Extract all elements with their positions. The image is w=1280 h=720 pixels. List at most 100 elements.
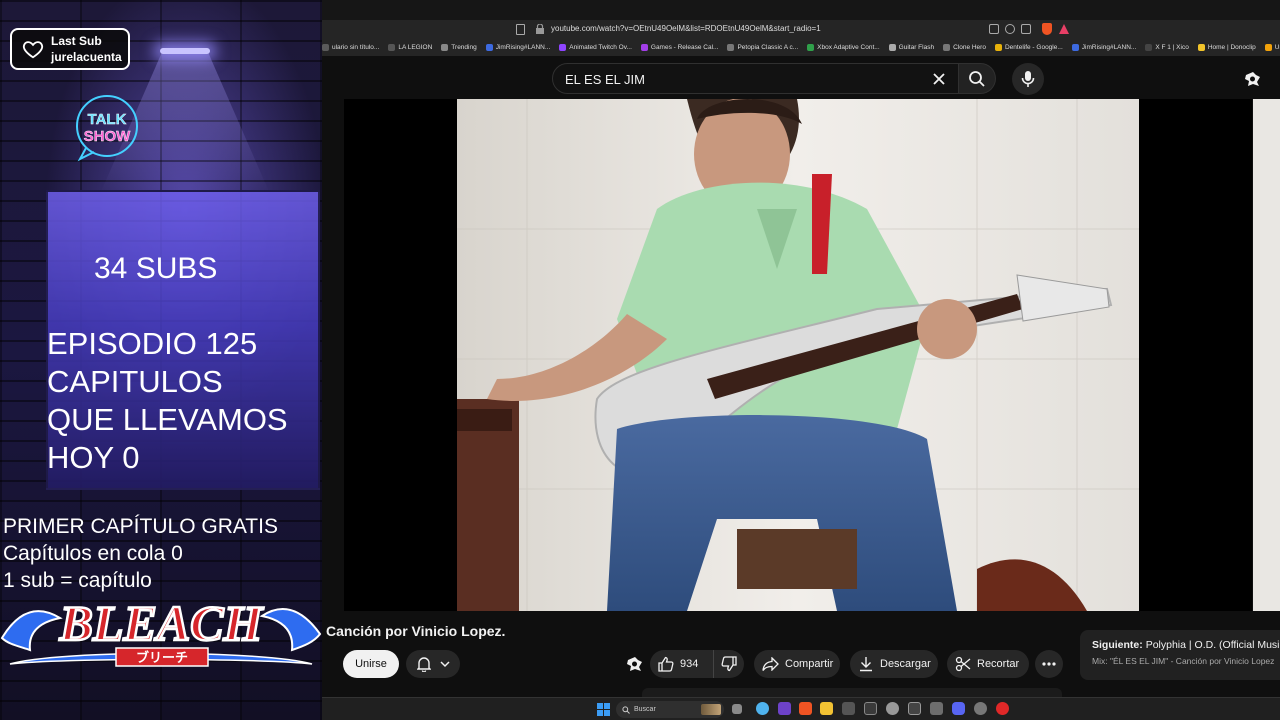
- bookmark-favicon-icon: [485, 44, 493, 51]
- share-page-icon[interactable]: [1021, 24, 1031, 34]
- screen: Last Sub jurelacuenta TALK SHOW 34 SUBS …: [0, 0, 1280, 720]
- stream-overlay: Last Sub jurelacuenta TALK SHOW 34 SUBS …: [0, 0, 322, 720]
- bookmark-label: ulario sin título...: [332, 44, 380, 51]
- create-icon[interactable]: [1244, 70, 1262, 88]
- more-horizontal-icon: [1042, 662, 1056, 666]
- file-explorer-icon[interactable]: [820, 702, 833, 715]
- search-button[interactable]: [959, 63, 996, 94]
- browser-window: youtube.com/watch?v=OEtnU49OelM&list=RDO…: [322, 0, 1280, 720]
- bookmark-label: Animated Twitch Ov...: [569, 44, 632, 51]
- dislike-button[interactable]: [714, 650, 744, 678]
- bookmark-item[interactable]: X F 1 | Xico: [1145, 44, 1189, 51]
- talk-logo-line2: SHOW: [84, 128, 132, 145]
- download-label: Descargar: [880, 658, 931, 670]
- bookmark-item[interactable]: LA LEGION: [388, 44, 432, 51]
- info-line: 1 sub = capítulo: [3, 569, 152, 592]
- up-next-playlist: Mix: "ÉL ES EL JIM" - Canción por Vinici…: [1092, 656, 1275, 666]
- discord-icon[interactable]: [952, 702, 965, 715]
- bookmark-item[interactable]: Petopia Classic A c...: [727, 44, 798, 51]
- app-icon[interactable]: [974, 702, 987, 715]
- taskbar-search[interactable]: Buscar: [616, 701, 724, 718]
- more-actions-button[interactable]: [1035, 650, 1063, 678]
- up-next-prefix: Siguiente:: [1092, 639, 1143, 651]
- bookmark-label: Dentelife - Google...: [1004, 44, 1063, 51]
- app-icon[interactable]: [886, 702, 899, 715]
- download-icon: [860, 657, 872, 672]
- up-next-card[interactable]: Siguiente: Polyphia | O.D. (Official Mus…: [1080, 630, 1280, 680]
- bookmark-favicon-icon: [1145, 44, 1153, 51]
- brave-shields-icon[interactable]: [1042, 23, 1052, 35]
- share-button[interactable]: Compartir: [754, 650, 840, 678]
- info-line: PRIMER CAPÍTULO GRATIS: [3, 515, 278, 538]
- bookmark-item[interactable]: Trending: [441, 44, 477, 51]
- bookmark-favicon-icon: [388, 44, 396, 51]
- ask-icon[interactable]: [626, 655, 644, 673]
- windows-start-icon[interactable]: [597, 703, 610, 716]
- bookmark-item[interactable]: Dentelife - Google...: [994, 44, 1063, 51]
- spotlight-lamp: [160, 48, 210, 54]
- bookmark-item[interactable]: Home | Donoclip: [1197, 44, 1256, 51]
- notifications-button[interactable]: [406, 650, 460, 678]
- subs-count: 34 SUBS: [94, 252, 218, 285]
- app-icon[interactable]: [864, 702, 877, 715]
- bookmark-item[interactable]: ulario sin título...: [322, 44, 379, 51]
- brave-rewards-icon[interactable]: [1059, 24, 1069, 34]
- bookmarks-bar: ulario sin título... LA LEGION Trending Jim…: [322, 39, 1280, 56]
- edge-icon[interactable]: [756, 702, 769, 715]
- search-icon: [969, 70, 985, 87]
- bookmark-item[interactable]: Xbox Adaptive Cont...: [807, 44, 880, 51]
- site-info-icon[interactable]: [536, 24, 544, 34]
- episode-line: CAPITULOS: [47, 364, 223, 399]
- bookmark-page-icon[interactable]: [516, 24, 525, 35]
- app-icon[interactable]: [996, 702, 1009, 715]
- bookmark-item[interactable]: Animated Twitch Ov...: [559, 44, 632, 51]
- video-frame[interactable]: [457, 99, 1139, 611]
- bookmark-item[interactable]: Games - Release Cal...: [640, 44, 718, 51]
- address-bar[interactable]: youtube.com/watch?v=OEtnU49OelM&list=RDO…: [322, 20, 1280, 39]
- app-icon[interactable]: [930, 702, 943, 715]
- thumbs-down-icon: [721, 656, 737, 672]
- join-button[interactable]: Unirse: [343, 650, 399, 678]
- bookmark-label: Unefon - Ilimitado: [1274, 44, 1280, 51]
- app-icon[interactable]: [842, 702, 855, 715]
- bookmark-label: Trending: [451, 44, 477, 51]
- bookmark-item[interactable]: Unefon - Ilimitado: [1264, 44, 1280, 51]
- bookmark-item[interactable]: Guitar Flash: [888, 44, 934, 51]
- bookmark-item[interactable]: JimRising#LANN...: [485, 44, 551, 51]
- up-next-video-title: Polyphia | O.D. (Official Music: [1145, 639, 1280, 651]
- clip-button[interactable]: Recortar: [947, 650, 1029, 678]
- like-count: 934: [680, 658, 699, 670]
- search-icon: [622, 705, 630, 714]
- search-input[interactable]: EL ES EL JIM: [552, 63, 959, 94]
- voice-search-button[interactable]: [1012, 63, 1044, 95]
- share-icon: [762, 657, 779, 671]
- bookmark-favicon-icon: [441, 44, 449, 51]
- tab-strip: [322, 0, 1280, 20]
- bookmark-label: JimRising#LANN...: [1081, 44, 1137, 51]
- up-next-title: Siguiente: Polyphia | O.D. (Official Mus…: [1092, 639, 1280, 651]
- app-icon[interactable]: [908, 702, 921, 715]
- microphone-icon: [1021, 71, 1035, 87]
- clear-search-icon[interactable]: [930, 70, 948, 88]
- next-video-edge: [1253, 99, 1280, 611]
- window-icon[interactable]: [989, 24, 999, 34]
- app-icon[interactable]: [778, 702, 791, 715]
- task-view-icon[interactable]: [732, 704, 742, 714]
- like-button[interactable]: 934: [650, 650, 714, 678]
- url-text[interactable]: youtube.com/watch?v=OEtnU49OelM&list=RDO…: [551, 24, 821, 33]
- brave-icon[interactable]: [799, 702, 812, 715]
- last-sub-badge: Last Sub jurelacuenta: [10, 28, 130, 70]
- bookmark-item[interactable]: JimRising#LANN...: [1071, 44, 1137, 51]
- download-button[interactable]: Descargar: [850, 650, 938, 678]
- bookmark-favicon-icon: [807, 44, 815, 51]
- bookmark-favicon-icon: [888, 44, 896, 51]
- like-dislike-group: 934: [650, 650, 744, 678]
- episode-line: EPISODIO 125: [47, 326, 258, 361]
- bookmark-favicon-icon: [640, 44, 648, 51]
- video-player[interactable]: [344, 99, 1252, 611]
- search-query[interactable]: EL ES EL JIM: [565, 72, 645, 87]
- bookmark-label: Petopia Classic A c...: [737, 44, 799, 51]
- zoom-icon[interactable]: [1005, 24, 1015, 34]
- bookmark-item[interactable]: Clone Hero: [943, 44, 986, 51]
- bookmark-label: JimRising#LANN...: [495, 44, 551, 51]
